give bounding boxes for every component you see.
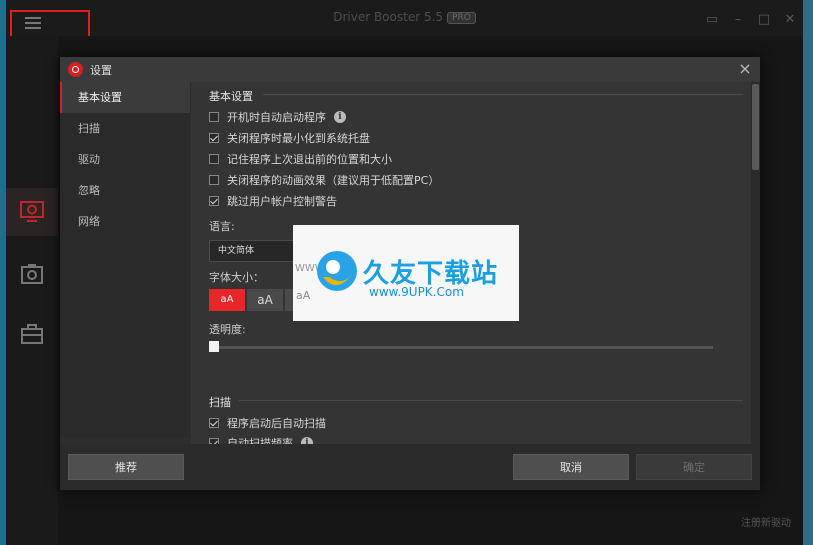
feedback-icon[interactable]: ▭ bbox=[699, 12, 725, 27]
checkbox-auto-scan[interactable] bbox=[209, 418, 219, 428]
option-auto-scan[interactable]: 程序启动后自动扫描 bbox=[209, 416, 326, 430]
sidebar-toolbox-button[interactable] bbox=[6, 310, 58, 358]
sidebar-rescue-button[interactable] bbox=[6, 250, 58, 298]
transparency-slider-track[interactable] bbox=[213, 346, 713, 349]
cancel-button[interactable]: 取消 bbox=[513, 454, 629, 480]
sidebar-scan-button[interactable] bbox=[6, 188, 58, 236]
watermark-url: www.9UPK.Com bbox=[369, 285, 464, 299]
option-label: 关闭程序的动画效果（建议用于低配置PC） bbox=[227, 174, 440, 187]
monitor-icon bbox=[20, 201, 44, 222]
footer-link[interactable]: 注册新驱动 bbox=[741, 514, 791, 529]
desktop-background-right bbox=[803, 0, 813, 545]
ok-button[interactable]: 确定 bbox=[636, 454, 752, 480]
watermark-overlay: WWW.9U aA 久友下载站 www.9UPK.Com bbox=[293, 225, 519, 321]
language-label: 语言: bbox=[209, 220, 235, 233]
option-skip-uac[interactable]: 跳过用户帐户控制警告 bbox=[209, 194, 337, 208]
option-label: 开机时自动启动程序 bbox=[227, 111, 326, 124]
rescue-icon bbox=[21, 264, 43, 284]
section-title-scan: 扫描 bbox=[209, 396, 231, 409]
option-minimize-tray[interactable]: 关闭程序时最小化到系统托盘 bbox=[209, 131, 370, 145]
scrollbar-thumb[interactable] bbox=[752, 84, 759, 170]
font-size-label: 字体大小： bbox=[209, 271, 264, 284]
minimize-icon[interactable]: – bbox=[725, 12, 751, 27]
transparency-slider-thumb[interactable] bbox=[209, 341, 219, 352]
close-icon[interactable]: ✕ bbox=[777, 12, 803, 27]
divider bbox=[263, 94, 743, 95]
option-label: 跳过用户帐户控制警告 bbox=[227, 195, 337, 208]
app-sidebar bbox=[6, 36, 58, 545]
nav-item-driver[interactable]: 驱动 bbox=[60, 144, 190, 175]
maximize-icon[interactable]: □ bbox=[751, 12, 777, 27]
recommend-button[interactable]: 推荐 bbox=[68, 454, 184, 480]
option-autostart[interactable]: 开机时自动启动程序 i bbox=[209, 110, 346, 124]
font-size-small-button[interactable]: aA bbox=[209, 289, 246, 311]
option-scan-frequency[interactable]: 自动扫描频率 i bbox=[209, 436, 313, 444]
window-controls: ▭ – □ ✕ bbox=[699, 8, 803, 28]
app-logo-icon bbox=[68, 62, 83, 77]
dialog-title: 设置 bbox=[90, 64, 112, 77]
info-icon[interactable]: i bbox=[334, 111, 346, 123]
option-disable-animation[interactable]: 关闭程序的动画效果（建议用于低配置PC） bbox=[209, 173, 439, 187]
checkbox-autostart[interactable] bbox=[209, 112, 219, 122]
toolbox-icon bbox=[21, 324, 43, 344]
nav-item-basic[interactable]: 基本设置 bbox=[60, 82, 190, 113]
dialog-close-icon[interactable]: × bbox=[736, 59, 754, 78]
nav-item-network[interactable]: 网络 bbox=[60, 206, 190, 237]
font-size-medium-button[interactable]: aA bbox=[247, 289, 284, 311]
transparency-label: 透明度: bbox=[209, 323, 246, 336]
hamburger-icon bbox=[25, 17, 41, 29]
app-title: Driver Booster 5.5 PRO bbox=[6, 10, 803, 24]
checkbox-skip-uac[interactable] bbox=[209, 196, 219, 206]
watermark-ghost-text: aA bbox=[296, 289, 311, 302]
app-titlebar: Driver Booster 5.5 PRO ▭ – □ ✕ bbox=[6, 0, 803, 36]
content-scrollbar[interactable] bbox=[751, 82, 760, 444]
pro-badge: PRO bbox=[447, 12, 476, 24]
option-remember-position[interactable]: 记住程序上次退出前的位置和大小 bbox=[209, 152, 392, 166]
option-label: 自动扫描频率 bbox=[227, 437, 293, 444]
app-title-text: Driver Booster 5.5 bbox=[333, 10, 444, 24]
option-label: 程序启动后自动扫描 bbox=[227, 417, 326, 430]
checkbox-disable-animation[interactable] bbox=[209, 175, 219, 185]
settings-nav: 基本设置 扫描 驱动 忽略 网络 bbox=[60, 82, 190, 437]
option-label: 记住程序上次退出前的位置和大小 bbox=[227, 153, 392, 166]
dialog-footer: 推荐 取消 确定 bbox=[60, 444, 760, 490]
section-title-basic: 基本设置 bbox=[209, 90, 253, 103]
info-icon[interactable]: i bbox=[301, 437, 313, 444]
checkbox-remember-position[interactable] bbox=[209, 154, 219, 164]
option-label: 关闭程序时最小化到系统托盘 bbox=[227, 132, 370, 145]
dialog-titlebar: 设置 × bbox=[60, 57, 760, 82]
divider bbox=[239, 400, 743, 401]
checkbox-minimize-tray[interactable] bbox=[209, 133, 219, 143]
nav-item-ignore[interactable]: 忽略 bbox=[60, 175, 190, 206]
nav-item-scan[interactable]: 扫描 bbox=[60, 113, 190, 144]
watermark-logo-icon bbox=[317, 251, 357, 291]
